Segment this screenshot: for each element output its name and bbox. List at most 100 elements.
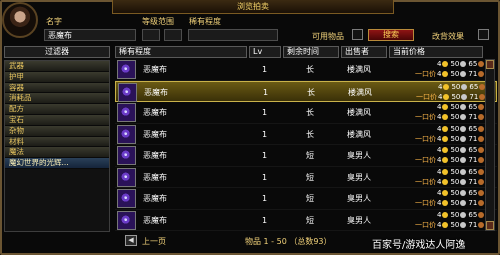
filter-item[interactable]: 护甲 <box>5 71 109 83</box>
filter-item[interactable]: 配方 <box>5 104 109 115</box>
gold-coin-icon <box>442 157 449 163</box>
scrollbar[interactable] <box>485 59 495 231</box>
gold-coin-icon <box>442 71 449 77</box>
copper-amount: 65 <box>468 210 478 219</box>
item-icon[interactable] <box>117 189 136 208</box>
buyout-price: 4 50 71 <box>437 113 486 122</box>
item-icon[interactable] <box>117 146 136 165</box>
column-price[interactable]: 当前价格 <box>389 46 483 58</box>
seller-name: 臭男人 <box>347 194 371 203</box>
copper-amount: 65 <box>468 103 478 111</box>
item-icon[interactable] <box>117 210 136 230</box>
item-name: 恶魔布 <box>143 172 167 182</box>
seller-name: 楼满风 <box>347 129 371 139</box>
item-icon[interactable] <box>117 103 136 122</box>
buyout-price: 4 50 71 <box>437 135 486 144</box>
item-icon[interactable] <box>117 167 136 187</box>
bid-price: 4 50 65 <box>437 60 486 69</box>
item-icon[interactable] <box>118 82 137 102</box>
scroll-up-button[interactable] <box>486 60 494 69</box>
auction-row[interactable]: 恶魔布 1 长 楼满风 一口价 4 50 65 4 50 71 <box>115 59 497 81</box>
buyout-price: 4 50 71 <box>437 156 486 165</box>
exact-match-label: 改背效果 <box>432 32 464 41</box>
filter-item[interactable]: 材料 <box>5 136 109 148</box>
silver-coin-icon <box>460 221 467 228</box>
copper-coin-icon <box>478 125 485 132</box>
auction-row[interactable]: 恶魔布 1 短 臭男人 一口价 4 50 65 4 50 71 <box>115 145 497 167</box>
silver-coin-icon <box>460 147 467 153</box>
copper-coin-icon <box>478 104 485 110</box>
copper-amount: 71 <box>468 134 478 143</box>
column-rarity[interactable]: 稀有程度 <box>115 46 247 58</box>
buyout-label: 一口价 <box>415 113 436 121</box>
bid-price: 4 50 65 <box>437 146 486 155</box>
column-level[interactable]: Lv <box>249 46 281 58</box>
filter-item-selected[interactable]: 魔幻世界的光辉... <box>5 158 109 169</box>
auction-row[interactable]: 恶魔布 1 短 臭男人 一口价 4 50 65 4 50 71 <box>115 167 497 188</box>
silver-coin-icon <box>460 104 467 110</box>
auction-row[interactable]: 恶魔布 1 短 臭男人 一口价 4 50 65 4 50 71 <box>115 210 497 231</box>
column-seller[interactable]: 出售者 <box>341 46 387 58</box>
silver-coin-icon <box>460 125 467 132</box>
bid-price: 4 50 65 <box>437 103 486 112</box>
item-level: 1 <box>262 65 268 74</box>
buyout-price: 4 50 71 <box>437 178 486 187</box>
gold-amount: 4 <box>437 210 442 219</box>
prev-page-label: 上一页 <box>142 237 166 246</box>
gold-amount: 4 <box>438 92 443 101</box>
filter-item[interactable]: 消耗品 <box>5 93 109 105</box>
auction-list: 恶魔布 1 长楼满风 一口价 4 50 65 4 50 71 恶魔布 1 长楼满风 一口价 4 50 65 4 50… <box>115 59 497 231</box>
auction-row[interactable]: 恶魔布 1 长 楼满风 一口价 4 50 65 4 50 71 <box>115 102 497 124</box>
silver-amount: 50 <box>451 82 461 91</box>
auction-row[interactable]: 恶魔布 1 短 臭男人 一口价 4 50 65 4 50 71 <box>115 188 497 210</box>
scroll-down-button[interactable] <box>486 221 494 230</box>
search-button[interactable]: 搜索 <box>368 29 414 41</box>
filter-item[interactable]: 武器 <box>5 61 109 72</box>
seller-name: 楼满风 <box>348 87 372 97</box>
bid-price: 4 50 65 <box>437 168 486 177</box>
gold-amount: 4 <box>437 60 442 68</box>
usable-checkbox[interactable] <box>352 29 363 40</box>
gold-amount: 4 <box>437 177 442 186</box>
item-icon[interactable] <box>117 124 136 144</box>
watermark-text: 百家号/游戏达人阿逸 <box>372 240 466 251</box>
silver-amount: 50 <box>450 134 460 143</box>
prev-page-button[interactable]: ◀ <box>125 235 137 246</box>
window-title: 浏览拍卖 <box>112 0 394 14</box>
filter-item[interactable]: 杂物 <box>5 125 109 137</box>
silver-amount: 50 <box>450 124 460 133</box>
copper-amount: 65 <box>468 146 478 154</box>
filter-list: 武器 护甲 容器 消耗品 配方 宝石 杂物 材料 魔法 魔幻世界的光辉... <box>4 60 110 232</box>
column-time-left[interactable]: 剩余时间 <box>283 46 339 58</box>
rarity-dropdown[interactable] <box>188 29 278 41</box>
filter-item[interactable]: 宝石 <box>5 114 109 126</box>
copper-amount: 71 <box>468 220 478 229</box>
silver-amount: 50 <box>451 92 461 101</box>
name-input[interactable]: 恶魔布 <box>44 29 136 41</box>
item-name: 恶魔布 <box>143 108 167 117</box>
silver-amount: 50 <box>450 60 460 68</box>
item-level: 1 <box>262 194 268 203</box>
level-range-label: 等级范围 <box>142 17 174 26</box>
level-min-input[interactable] <box>142 29 160 41</box>
gold-coin-icon <box>442 114 449 120</box>
bid-price: 4 50 65 <box>437 189 486 198</box>
gold-coin-icon <box>442 125 449 132</box>
auction-row[interactable]: 恶魔布 1 长 楼满风 一口价 4 50 65 4 50 71 <box>115 124 497 145</box>
filter-item[interactable]: 容器 <box>5 82 109 94</box>
gold-amount: 4 <box>437 156 442 164</box>
filter-item[interactable]: 魔法 <box>5 147 109 159</box>
copper-coin-icon <box>478 147 485 153</box>
auction-row[interactable]: 恶魔布 1 长 楼满风 一口价 4 50 65 4 50 71 <box>115 80 497 102</box>
exact-match-checkbox[interactable] <box>478 29 489 40</box>
item-icon[interactable] <box>117 60 136 79</box>
silver-amount: 50 <box>450 210 460 219</box>
gold-amount: 4 <box>437 113 442 121</box>
copper-amount: 65 <box>469 82 479 91</box>
silver-coin-icon <box>460 71 467 77</box>
silver-coin-icon <box>461 83 468 90</box>
item-level: 1 <box>262 215 268 225</box>
silver-amount: 50 <box>450 177 460 186</box>
level-max-input[interactable] <box>164 29 182 41</box>
gold-coin-icon <box>443 83 450 90</box>
